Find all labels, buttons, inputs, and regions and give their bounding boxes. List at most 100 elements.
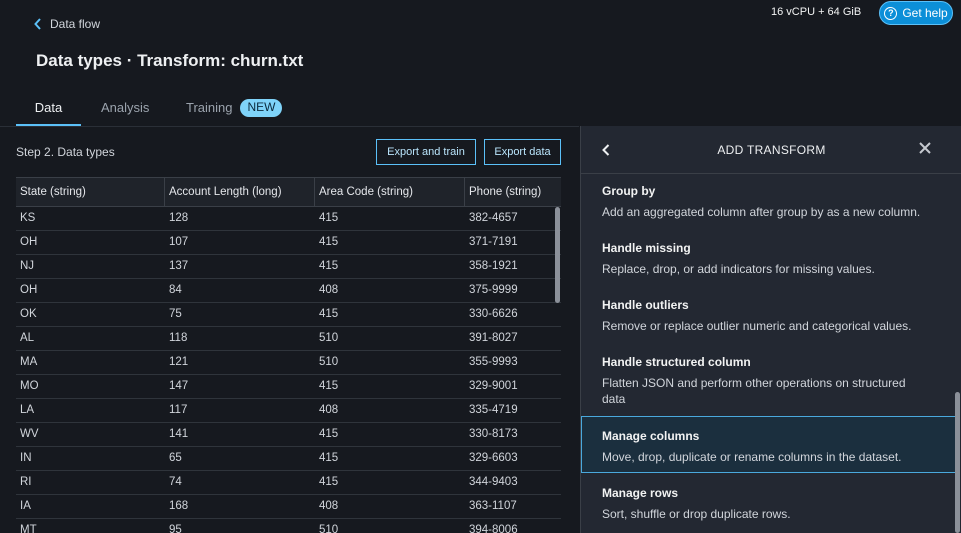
transform-name: Manage rows — [602, 486, 679, 500]
table-cell: 415 — [319, 452, 339, 464]
transform-group-by[interactable]: Group by Add an aggregated column after … — [581, 184, 956, 220]
export-data-button[interactable]: Export data — [484, 139, 561, 165]
table-cell: 74 — [169, 476, 182, 488]
table-cell: MA — [20, 356, 38, 368]
table-cell: 415 — [319, 428, 339, 440]
transform-handle-outliers[interactable]: Handle outliers Remove or replace outlie… — [581, 298, 956, 334]
table-row: OK 75 415 330-6626 — [16, 303, 561, 327]
add-transform-panel: ADD TRANSFORM Group by Add an aggregated… — [580, 126, 961, 533]
table-cell: RI — [20, 476, 32, 488]
get-help-label: Get help — [902, 6, 948, 20]
table-row: RI 74 415 344-9403 — [16, 471, 561, 495]
table-cell: IA — [20, 500, 31, 512]
tab-analysis[interactable]: Analysis — [101, 92, 150, 126]
transform-name: Handle missing — [602, 241, 691, 255]
step-label: Step 2. Data types — [16, 145, 115, 159]
transform-manage-columns[interactable]: Manage columns Move, drop, duplicate or … — [581, 416, 956, 473]
table-cell: 408 — [319, 284, 339, 296]
export-and-train-button[interactable]: Export and train — [376, 139, 476, 165]
data-preview-panel: Step 2. Data types Export and train Expo… — [0, 126, 579, 533]
table-cell: 415 — [319, 380, 339, 392]
table-cell: 358-1921 — [469, 260, 518, 272]
transform-name: Handle outliers — [602, 298, 689, 312]
get-help-button[interactable]: ? Get help — [879, 1, 953, 25]
table-cell: IN — [20, 452, 32, 464]
transform-description: Remove or replace outlier numeric and ca… — [602, 319, 912, 333]
tab-training-label: Training — [186, 100, 233, 115]
table-cell: 510 — [319, 524, 339, 533]
panel-header: ADD TRANSFORM — [581, 126, 961, 174]
table-row: MA 121 510 355-9993 — [16, 351, 561, 375]
table-cell: 415 — [319, 308, 339, 320]
table-cell: NJ — [20, 260, 35, 272]
table-row: OH 107 415 371-7191 — [16, 231, 561, 255]
table-cell: 371-7191 — [469, 236, 518, 248]
table-cell: 121 — [169, 356, 189, 368]
table-row: OH 84 408 375-9999 — [16, 279, 561, 303]
column-header[interactable]: Area Code (string) — [315, 178, 465, 206]
table-scrollbar[interactable] — [555, 207, 560, 303]
transform-name: Manage columns — [602, 429, 700, 443]
tab-data[interactable]: Data — [16, 92, 81, 126]
table-cell: 415 — [319, 476, 339, 488]
table-row: MO 147 415 329-9001 — [16, 375, 561, 399]
transform-handle-missing[interactable]: Handle missing Replace, drop, or add ind… — [581, 241, 956, 277]
table-row: NJ 137 415 358-1921 — [16, 255, 561, 279]
table-cell: WV — [20, 428, 39, 440]
back-to-data-flow-link[interactable]: Data flow — [34, 17, 100, 31]
table-cell: 415 — [319, 212, 339, 224]
close-icon[interactable] — [918, 141, 932, 155]
table-cell: 382-4657 — [469, 212, 518, 224]
table-cell: 118 — [169, 332, 188, 344]
table-cell: 329-9001 — [469, 380, 518, 392]
top-bar: Data flow Data types · Transform: churn.… — [0, 0, 961, 126]
table-cell: OH — [20, 236, 38, 248]
table-cell: 415 — [319, 236, 339, 248]
table-row: IN 65 415 329-6603 — [16, 447, 561, 471]
transform-manage-rows[interactable]: Manage rows Sort, shuffle or drop duplic… — [581, 486, 956, 522]
table-cell: 107 — [169, 236, 189, 248]
table-cell: 510 — [319, 356, 339, 368]
column-header[interactable]: Phone (string) — [465, 178, 561, 206]
tab-training[interactable]: Training NEW — [186, 92, 283, 126]
transform-description: Add an aggregated column after group by … — [602, 205, 921, 219]
tab-analysis-label: Analysis — [101, 100, 150, 115]
table-cell: 335-4719 — [469, 404, 518, 416]
table-cell: 330-6626 — [469, 308, 518, 320]
transform-name: Group by — [602, 184, 656, 198]
table-cell: 168 — [169, 500, 189, 512]
table-cell: 330-8173 — [469, 428, 518, 440]
table-cell: 375-9999 — [469, 284, 518, 296]
table-cell: 128 — [169, 212, 189, 224]
table-cell: 95 — [169, 524, 182, 533]
column-header[interactable]: State (string) — [16, 178, 165, 206]
table-cell: 75 — [169, 308, 182, 320]
table-cell: LA — [20, 404, 35, 416]
column-header[interactable]: Account Length (long) — [165, 178, 315, 206]
table-cell: KS — [20, 212, 36, 224]
table-cell: 408 — [319, 500, 339, 512]
table-cell: 391-8027 — [469, 332, 518, 344]
transform-handle-structured-column[interactable]: Handle structured column Flatten JSON an… — [581, 355, 956, 407]
table-cell: 355-9993 — [469, 356, 518, 368]
table-cell: 363-1107 — [469, 500, 517, 512]
table-row: IA 168 408 363-1107 — [16, 495, 561, 519]
table-body: KS 128 415 382-4657 OH 107 415 371-7191 NJ 137 415… — [16, 207, 561, 533]
table-row: WV 141 415 330-8173 — [16, 423, 561, 447]
tab-bar: Data Analysis Training NEW — [16, 92, 283, 126]
panel-scrollbar[interactable] — [955, 392, 960, 533]
page-title: Data types · Transform: churn.txt — [36, 51, 304, 70]
chevron-left-icon — [34, 18, 41, 30]
table-cell: OH — [20, 284, 38, 296]
table-row: LA 117 408 335-4719 — [16, 399, 561, 423]
table-cell: 147 — [169, 380, 189, 392]
table-cell: 344-9403 — [469, 476, 518, 488]
table-cell: 394-8006 — [469, 524, 518, 533]
table-cell: AL — [20, 332, 35, 344]
instance-resources: 16 vCPU + 64 GiB — [771, 6, 862, 18]
table-cell: OK — [20, 308, 37, 320]
table-cell: 329-6603 — [469, 452, 518, 464]
transform-description: Move, drop, duplicate or rename columns … — [602, 450, 902, 464]
table-cell: 65 — [169, 452, 182, 464]
table-row: KS 128 415 382-4657 — [16, 207, 561, 231]
